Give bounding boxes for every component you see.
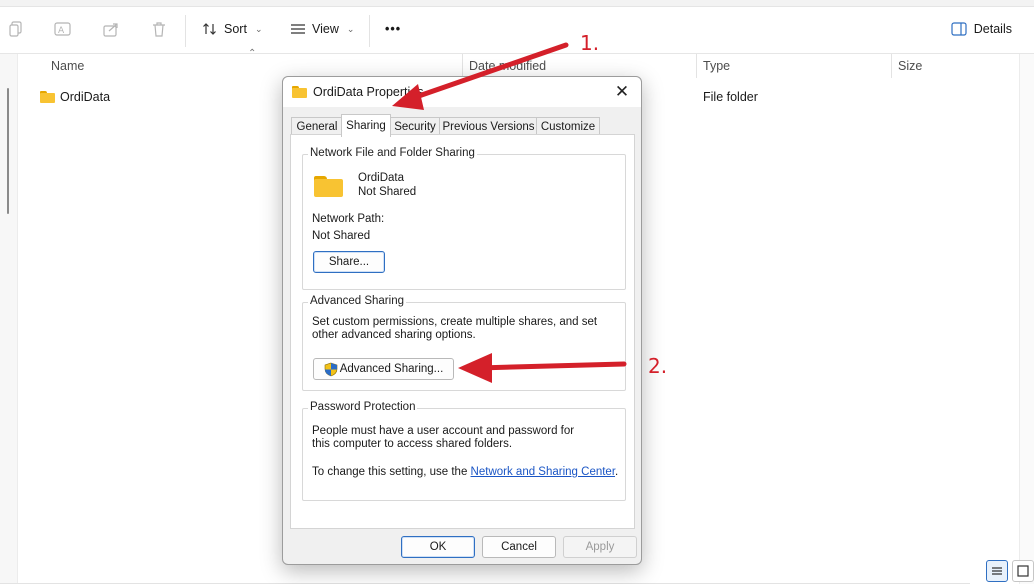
arrow-1 (392, 42, 569, 110)
arrow-2 (458, 353, 627, 383)
annotation-step-1: 1. (580, 31, 600, 55)
annotation-arrows (392, 42, 627, 383)
annotation-step-2: 2. (648, 354, 668, 378)
tab-sharing[interactable]: Sharing (341, 114, 391, 137)
